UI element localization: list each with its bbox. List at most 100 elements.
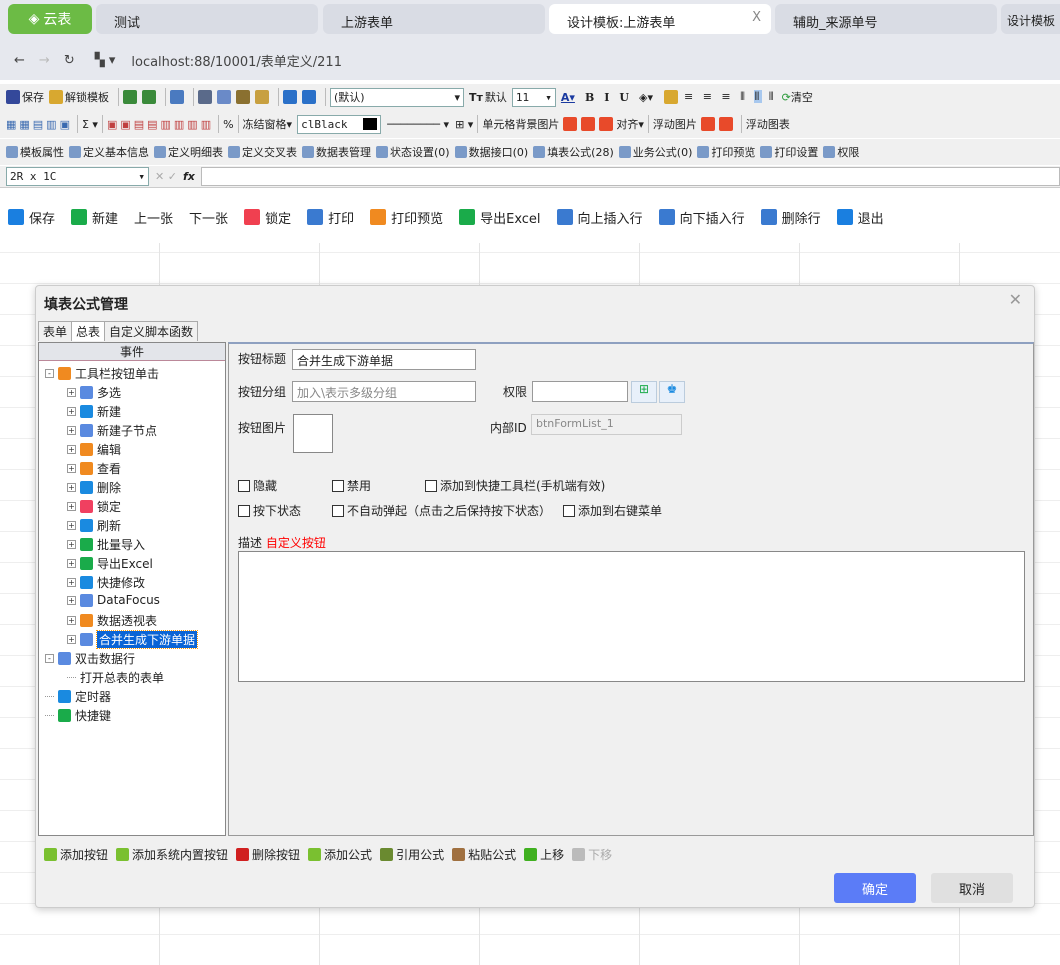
- action-insert-up-icon[interactable]: 向上插入行: [556, 208, 643, 227]
- clipboard-button[interactable]: 粘贴公式: [452, 846, 516, 863]
- float-image-button[interactable]: 浮动图片: [653, 116, 697, 132]
- expand-icon[interactable]: +: [67, 388, 76, 397]
- checkbox-box[interactable]: [332, 479, 344, 492]
- percent-icon[interactable]: %: [223, 118, 233, 131]
- toolbar-button-basic-info[interactable]: 定义基本信息: [69, 144, 149, 160]
- arrow-up-button[interactable]: 上移: [524, 846, 564, 863]
- cell-reference-select[interactable]: 2R x 1C ▾: [6, 167, 149, 186]
- tree-node[interactable]: + 刷新: [67, 517, 121, 534]
- close-tab-icon[interactable]: X: [752, 10, 761, 25]
- collapse-icon[interactable]: -: [45, 369, 54, 378]
- browser-tab[interactable]: 设计模板: [1001, 4, 1060, 34]
- button-group-input[interactable]: 加入\表示多级分组: [292, 381, 476, 402]
- checkbox[interactable]: 添加到快捷工具栏(手机端有效): [425, 477, 605, 494]
- checkbox[interactable]: 不自动弹起（点击之后保持按下状态）: [332, 502, 551, 519]
- close-icon[interactable]: ✕: [1009, 290, 1022, 309]
- font-name-select[interactable]: (默认) ▾: [330, 87, 464, 107]
- ok-button[interactable]: 确定: [834, 873, 916, 903]
- tree-node[interactable]: + 新建: [67, 403, 121, 420]
- clear-icon[interactable]: ⟳: [782, 91, 791, 104]
- permission-input[interactable]: [532, 381, 628, 402]
- expand-icon[interactable]: +: [67, 502, 76, 511]
- checkbox-box[interactable]: [238, 479, 250, 492]
- toolbar-button-datatable[interactable]: 数据表管理: [302, 144, 371, 160]
- table-icons[interactable]: ▦▦▤▥▣: [6, 118, 73, 131]
- remove-bg-image-icon[interactable]: [581, 117, 596, 131]
- browser-tab[interactable]: 上游表单: [323, 4, 545, 34]
- tree-node[interactable]: + 导出Excel: [67, 555, 153, 572]
- default-font-button[interactable]: Tт 默认: [469, 89, 507, 105]
- add-button[interactable]: 添加按钮: [44, 846, 108, 863]
- tree-node[interactable]: + 删除: [67, 479, 121, 496]
- toolbar-button-print-preview[interactable]: 打印预览: [697, 144, 755, 160]
- checkbox-box[interactable]: [563, 504, 575, 517]
- float-chart-button[interactable]: 浮动图表: [746, 116, 790, 132]
- expand-icon[interactable]: +: [67, 407, 76, 416]
- toolbar-button[interactable]: [198, 90, 212, 104]
- checkbox-box[interactable]: [238, 504, 250, 517]
- back-icon[interactable]: ←: [14, 53, 25, 68]
- expand-icon[interactable]: +: [67, 464, 76, 473]
- action-nav[interactable]: 下一张: [189, 208, 228, 227]
- collapse-icon[interactable]: -: [45, 654, 54, 663]
- checkbox[interactable]: 禁用: [332, 477, 371, 494]
- reload-icon[interactable]: ↻: [64, 53, 75, 68]
- toolbar-button-permission[interactable]: 权限: [823, 144, 859, 160]
- font-size-select[interactable]: 11 ▾: [511, 87, 556, 107]
- dialog-tab[interactable]: 表单: [38, 321, 73, 341]
- toolbar-button-status[interactable]: 状态设置(0): [376, 144, 450, 160]
- action-power-icon[interactable]: 退出: [836, 208, 884, 227]
- toolbar-button[interactable]: [283, 90, 297, 104]
- checkbox-box[interactable]: [332, 504, 344, 517]
- tree-node[interactable]: + 新建子节点: [67, 422, 157, 439]
- tree-node[interactable]: + 合并生成下游单据: [67, 630, 199, 649]
- tree-node[interactable]: + 锁定: [67, 498, 121, 515]
- fx-icon[interactable]: fx: [183, 170, 195, 183]
- toolbar-button[interactable]: [170, 90, 184, 104]
- expand-icon[interactable]: +: [67, 426, 76, 435]
- checkbox[interactable]: 隐藏: [238, 477, 277, 494]
- toolbar-button-data-interface[interactable]: 数据接口(0): [454, 144, 528, 160]
- cell-bg-image-button[interactable]: 单元格背景图片: [482, 116, 559, 132]
- toolbar-button[interactable]: [302, 90, 316, 104]
- tree-node[interactable]: + 快捷修改: [67, 574, 145, 591]
- expand-icon[interactable]: +: [67, 616, 76, 625]
- freeze-panes-button[interactable]: 冻结窗格: [243, 116, 287, 132]
- browser-tab[interactable]: 测试: [96, 4, 318, 34]
- toolbar-button[interactable]: [142, 90, 156, 104]
- expand-icon[interactable]: +: [67, 595, 76, 605]
- expand-icon[interactable]: +: [67, 578, 76, 587]
- app-logo-button[interactable]: ◈ 云表: [8, 4, 92, 34]
- line-style-select[interactable]: ──────── ▾: [387, 118, 449, 131]
- tree-node[interactable]: - 双击数据行: [45, 650, 135, 667]
- forward-icon[interactable]: →: [39, 53, 50, 68]
- tree-node[interactable]: + DataFocus: [67, 593, 160, 607]
- cancel-button[interactable]: 取消: [931, 873, 1013, 903]
- expand-icon[interactable]: +: [67, 483, 76, 492]
- remove-float-image-icon[interactable]: [718, 117, 733, 131]
- add-bg-image-icon[interactable]: [563, 117, 578, 131]
- action-lock-icon[interactable]: 锁定: [244, 208, 291, 227]
- dialog-tab[interactable]: 总表: [71, 321, 106, 341]
- expand-icon[interactable]: +: [67, 445, 76, 454]
- browser-tab[interactable]: 辅助_来源单号: [775, 4, 997, 34]
- url-text[interactable]: localhost:88/10001/表单定义/211: [131, 51, 342, 70]
- tree-node[interactable]: + 查看: [67, 460, 121, 477]
- toolbar-button[interactable]: [217, 90, 231, 104]
- toolbar-button-flag[interactable]: 填表公式(28): [533, 144, 614, 160]
- button-title-input[interactable]: 合并生成下游单据: [292, 349, 476, 370]
- apps-icon[interactable]: ▚ ▾: [95, 53, 116, 68]
- toolbar-button[interactable]: [255, 90, 269, 104]
- toolbar-button-print-settings[interactable]: 打印设置: [760, 144, 818, 160]
- tree-node[interactable]: + 数据透视表: [67, 612, 157, 629]
- toolbar-button[interactable]: [123, 90, 137, 104]
- lock-icon[interactable]: [663, 90, 678, 104]
- plug-button[interactable]: 引用公式: [380, 846, 444, 863]
- expand-icon[interactable]: +: [67, 559, 76, 568]
- add-button[interactable]: 添加系统内置按钮: [116, 846, 228, 863]
- tree-node[interactable]: + 多选: [67, 384, 121, 401]
- checkbox-box[interactable]: [425, 479, 437, 492]
- browser-tab[interactable]: 设计模板:上游表单 X: [549, 4, 771, 34]
- button-image-picker[interactable]: [293, 414, 333, 453]
- checkbox[interactable]: 添加到右键菜单: [563, 502, 662, 519]
